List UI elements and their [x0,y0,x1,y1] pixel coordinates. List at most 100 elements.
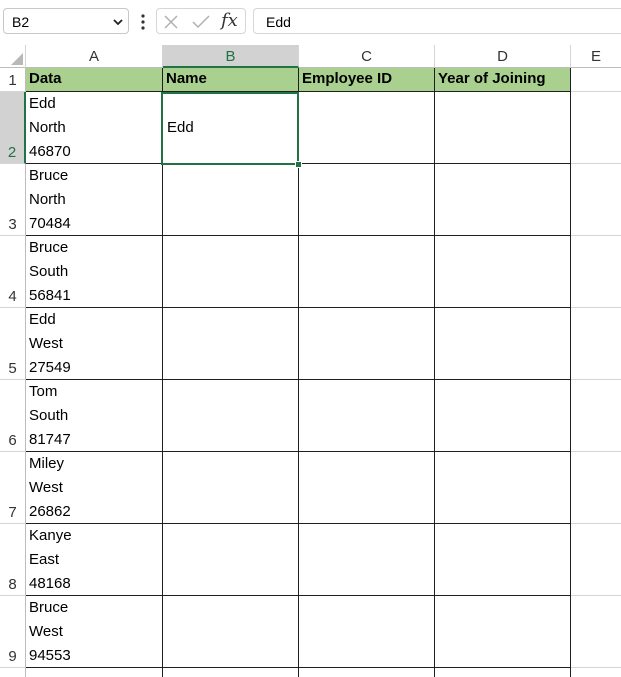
cell-a6[interactable]: Tom South 81747 [26,380,163,452]
cell-line: 48168 [29,575,71,592]
gridline [571,91,621,92]
row-header-7[interactable]: 7 [0,452,26,524]
cell-line: 94553 [29,647,71,664]
cell-line: West [29,623,63,640]
cell-c8[interactable] [299,524,435,596]
cell-line: North [29,119,66,136]
cell-line: South [29,263,69,280]
cell-line: 81747 [29,431,71,448]
cell-line: East [29,551,60,568]
column-header-c[interactable]: C [299,45,435,68]
gridline [571,667,621,668]
cell-line: Bruce [29,599,69,616]
cell-c7[interactable] [299,452,435,524]
cell-b8[interactable] [163,524,299,596]
cell-d5[interactable] [435,308,571,380]
cell-b10[interactable] [163,668,299,677]
cell-b9[interactable] [163,596,299,668]
row-header-8[interactable]: 8 [0,524,26,596]
cell-line: Kanye [29,527,72,544]
formula-actions: fx [156,8,246,34]
cell-c3[interactable] [299,164,435,236]
gridline [571,595,621,596]
select-all-corner[interactable] [0,45,26,68]
row-header-2[interactable]: 2 [0,92,26,164]
gridline [571,451,621,452]
cell-b2[interactable]: Edd [163,92,299,164]
confirm-check-icon[interactable] [191,14,211,30]
cell-a3[interactable]: Bruce North 70484 [26,164,163,236]
cell-line: South [29,407,69,424]
cell-a10[interactable] [26,668,163,677]
cell-a9[interactable]: Bruce West 94553 [26,596,163,668]
cell-d10[interactable] [435,668,571,677]
row-header-6[interactable]: 6 [0,380,26,452]
formula-bar: B2 fx Edd [0,0,621,44]
cell-d3[interactable] [435,164,571,236]
cell-b1[interactable]: Name [163,68,299,92]
cell-a8[interactable]: Kanye East 48168 [26,524,163,596]
chevron-down-icon[interactable] [112,16,124,28]
cell-line: 27549 [29,359,71,376]
cell-line: 70484 [29,215,71,232]
cancel-x-icon[interactable] [163,14,179,30]
gridline [571,523,621,524]
cell-line: West [29,335,63,352]
column-header-e[interactable]: E [571,45,621,68]
cell-line: Edd [29,95,56,112]
row-header-10[interactable] [0,668,26,677]
cell-c10[interactable] [299,668,435,677]
cell-line: Bruce [29,167,69,184]
cell-c6[interactable] [299,380,435,452]
more-vertical-icon[interactable] [140,13,146,31]
select-all-triangle-icon [11,53,23,65]
cell-line: West [29,479,63,496]
cell-line: Tom [29,383,58,400]
row-header-1[interactable]: 1 [0,68,26,92]
gridline [571,307,621,308]
cell-a7[interactable]: Miley West 26862 [26,452,163,524]
cell-b7[interactable] [163,452,299,524]
name-box[interactable]: B2 [3,8,129,34]
gridline [571,379,621,380]
cell-line: Bruce [29,239,69,256]
function-icon[interactable]: fx [221,10,238,31]
formula-value: Edd [266,14,291,30]
column-header-d[interactable]: D [435,45,571,68]
formula-input[interactable]: Edd [253,8,621,34]
cell-c5[interactable] [299,308,435,380]
cell-c9[interactable] [299,596,435,668]
row-header-5[interactable]: 5 [0,308,26,380]
cell-d6[interactable] [435,380,571,452]
fill-handle[interactable] [295,161,302,168]
cell-d2[interactable] [435,92,571,164]
gridline [571,235,621,236]
cell-a1[interactable]: Data [26,68,163,92]
cell-b5[interactable] [163,308,299,380]
row-header-3[interactable]: 3 [0,164,26,236]
cell-a2[interactable]: Edd North 46870 [26,92,163,164]
cell-a5[interactable]: Edd West 27549 [26,308,163,380]
cell-b3[interactable] [163,164,299,236]
cell-b4[interactable] [163,236,299,308]
cell-d9[interactable] [435,596,571,668]
cell-line: North [29,191,66,208]
cell-d1[interactable]: Year of Joining [435,68,571,92]
cell-c2[interactable] [299,92,435,164]
cell-d8[interactable] [435,524,571,596]
gridline [571,163,621,164]
column-header-a[interactable]: A [26,45,163,68]
cell-line: Miley [29,455,65,472]
row-header-4[interactable]: 4 [0,236,26,308]
cell-d4[interactable] [435,236,571,308]
cell-b6[interactable] [163,380,299,452]
cell-line: 26862 [29,503,71,520]
column-header-b[interactable]: B [163,45,299,68]
cell-a4[interactable]: Bruce South 56841 [26,236,163,308]
cell-c4[interactable] [299,236,435,308]
cell-line: 46870 [29,143,71,160]
cell-d7[interactable] [435,452,571,524]
cell-c1[interactable]: Employee ID [299,68,435,92]
row-header-9[interactable]: 9 [0,596,26,668]
cell-line: 56841 [29,287,71,304]
